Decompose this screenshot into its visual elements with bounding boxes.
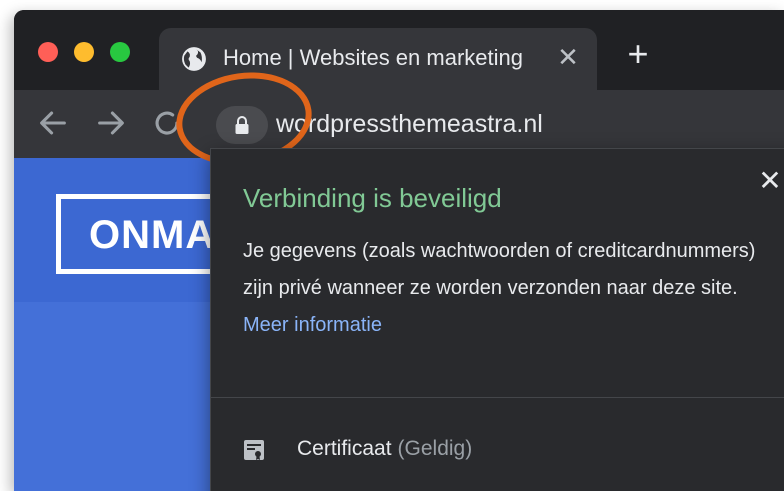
popup-title: Verbinding is beveiligd: [243, 183, 502, 213]
logo-text: ONMA: [89, 213, 216, 257]
certificate-label: Certificaat (Geldig): [297, 437, 472, 461]
minimize-window-button[interactable]: [74, 42, 94, 62]
globe-icon: [182, 47, 206, 71]
new-tab-button[interactable]: +: [620, 36, 656, 73]
arrow-left-icon[interactable]: [36, 106, 70, 140]
tab-title: Home | Websites en marketing: [223, 45, 523, 70]
certificate-row[interactable]: Certificaat (Geldig): [243, 435, 783, 467]
popup-body-text: Je gegevens (zoals wachtwoorden of credi…: [243, 240, 756, 299]
address-bar-url[interactable]: wordpressthemeastra.nl: [276, 110, 543, 139]
certificate-icon: [244, 440, 264, 460]
arrow-right-icon[interactable]: [94, 106, 128, 140]
browser-window: Home | Websites en marketing ✕ + wordpre…: [14, 10, 784, 491]
close-icon[interactable]: ✕: [756, 167, 784, 195]
tab-close-icon[interactable]: ✕: [554, 41, 582, 73]
connection-security-popup: ✕ Verbinding is beveiligd Je gegevens (z…: [210, 148, 784, 491]
certificate-label-text: Certificaat: [297, 437, 392, 460]
divider: [211, 397, 784, 398]
certificate-status: (Geldig): [397, 437, 473, 460]
popup-description: Je gegevens (zoals wachtwoorden of credi…: [243, 233, 783, 344]
tab-strip: Home | Websites en marketing ✕ +: [14, 10, 784, 90]
more-info-link[interactable]: Meer informatie: [243, 314, 382, 336]
close-window-button[interactable]: [38, 42, 58, 62]
maximize-window-button[interactable]: [110, 42, 130, 62]
